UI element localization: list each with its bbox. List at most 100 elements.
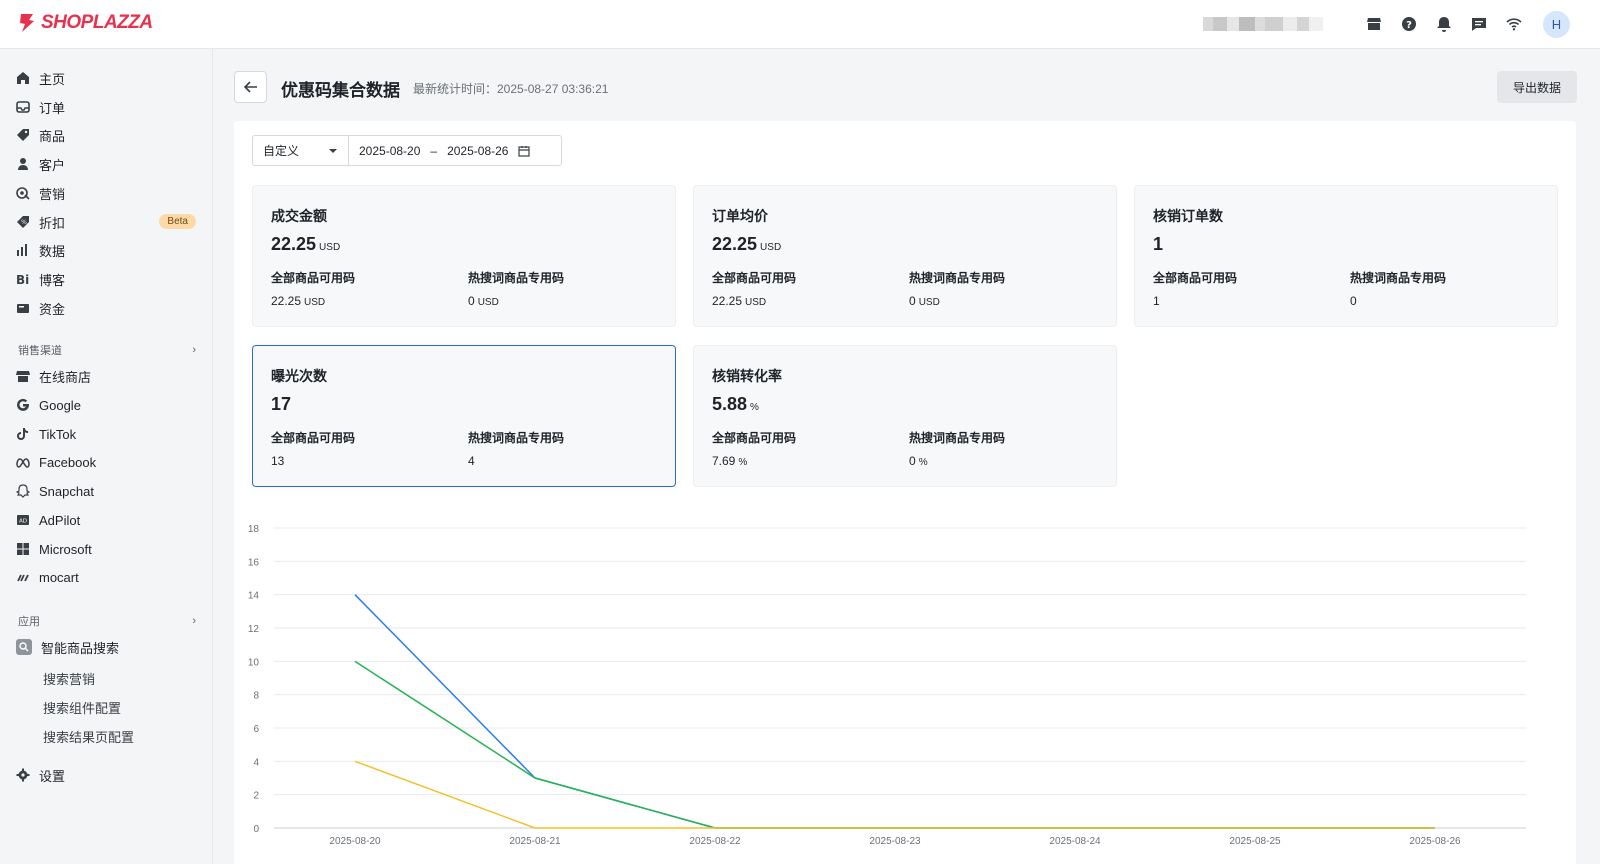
card-title: 成交金额 bbox=[271, 208, 327, 224]
sidebar-subitem-search-marketing[interactable]: 搜索营销 bbox=[43, 669, 95, 688]
home-icon bbox=[16, 71, 30, 85]
last-updated-time: 最新统计时间：2025-08-27 03:36:21 bbox=[413, 82, 609, 96]
x-tick-label: 2025-08-20 bbox=[329, 836, 381, 847]
sidebar-item-label: Snapchat bbox=[39, 483, 94, 499]
caret-down-icon bbox=[329, 148, 337, 153]
metric-card-gmv[interactable]: 成交金额 22.25 USD 全部商品可用码 热搜词商品专用码 22.25 USD … bbox=[252, 185, 676, 327]
sidebar-item-adpilot[interactable]: AD AdPilot bbox=[16, 508, 196, 532]
user-icon bbox=[16, 157, 30, 171]
x-tick-label: 2025-08-24 bbox=[1049, 836, 1101, 847]
metric-card-aov[interactable]: 订单均价 22.25 USD 全部商品可用码 热搜词商品专用码 22.25 USD … bbox=[693, 185, 1117, 327]
back-button[interactable] bbox=[234, 71, 267, 103]
card-sub-value: 4 bbox=[468, 454, 475, 468]
adpilot-icon: AD bbox=[16, 513, 30, 527]
apps-header[interactable]: 应用 › bbox=[18, 613, 196, 629]
discount-icon: % bbox=[16, 215, 30, 229]
svg-text:AD: AD bbox=[19, 519, 27, 525]
sidebar-item-microsoft[interactable]: Microsoft bbox=[16, 537, 196, 561]
sidebar-item-smart-search[interactable]: 智能商品搜索 bbox=[16, 635, 196, 659]
sidebar-item-customers[interactable]: 客户 bbox=[16, 152, 196, 176]
card-sub-label: 全部商品可用码 bbox=[271, 271, 356, 285]
card-value: 22.25 USD bbox=[271, 234, 341, 254]
sales-channels-header[interactable]: 销售渠道 › bbox=[18, 342, 196, 358]
sidebar-item-facebook[interactable]: Facebook bbox=[16, 450, 196, 474]
sidebar-item-products[interactable]: 商品 bbox=[16, 123, 196, 147]
card-sub-value: 0 USD bbox=[909, 294, 940, 308]
card-title: 曝光次数 bbox=[271, 368, 327, 384]
chevron-right-icon: › bbox=[192, 615, 196, 627]
avatar[interactable]: H bbox=[1543, 11, 1570, 38]
sidebar-item-label: 商品 bbox=[39, 128, 66, 144]
microsoft-icon bbox=[16, 542, 30, 556]
x-tick-label: 2025-08-21 bbox=[509, 836, 561, 847]
date-range-picker[interactable]: 2025-08-20 – 2025-08-26 bbox=[349, 136, 561, 165]
sidebar-item-blog[interactable]: Bi 博客 bbox=[16, 267, 196, 291]
sidebar-item-google[interactable]: Google bbox=[16, 393, 196, 417]
end-date[interactable]: 2025-08-26 bbox=[447, 144, 508, 158]
sidebar-item-data[interactable]: 数据 bbox=[16, 238, 196, 262]
export-button[interactable]: 导出数据 bbox=[1497, 71, 1577, 103]
sidebar-item-label: AdPilot bbox=[39, 512, 81, 528]
google-icon bbox=[16, 398, 30, 412]
card-title: 订单均价 bbox=[712, 208, 768, 224]
sidebar-item-label: 客户 bbox=[39, 157, 66, 173]
arrow-left-icon bbox=[243, 81, 257, 93]
sidebar-item-orders[interactable]: 订单 bbox=[16, 95, 196, 119]
y-tick-label: 12 bbox=[248, 624, 260, 635]
tag-icon bbox=[16, 128, 30, 142]
meta-icon bbox=[16, 455, 30, 469]
sidebar-item-mocart[interactable]: mocart bbox=[16, 565, 196, 589]
card-sub-value: 0% bbox=[909, 454, 928, 468]
metric-card-orders[interactable]: 核销订单数 1 全部商品可用码 热搜词商品专用码 1 0 bbox=[1134, 185, 1558, 327]
sidebar-item-finance[interactable]: 资金 bbox=[16, 296, 196, 320]
card-title: 核销订单数 bbox=[1153, 208, 1223, 224]
sidebar-item-label: 营销 bbox=[39, 186, 66, 202]
sidebar-item-label: mocart bbox=[39, 569, 79, 585]
sidebar-item-discount[interactable]: % 折扣 Beta bbox=[16, 210, 196, 234]
calendar-icon bbox=[518, 145, 531, 157]
mocart-icon bbox=[16, 570, 30, 584]
y-tick-label: 18 bbox=[248, 524, 260, 535]
sidebar-subitem-search-result-config[interactable]: 搜索结果页配置 bbox=[43, 727, 134, 746]
sidebar-subitem-search-widget-config[interactable]: 搜索组件配置 bbox=[43, 698, 121, 717]
date-separator: – bbox=[430, 143, 438, 158]
sidebar-item-label: 智能商品搜索 bbox=[41, 640, 120, 656]
card-sub-value: 22.25 USD bbox=[712, 294, 767, 308]
sidebar-item-label: 主页 bbox=[39, 71, 66, 87]
card-value: 5.88% bbox=[712, 394, 759, 414]
y-tick-label: 4 bbox=[253, 757, 259, 768]
message-icon[interactable] bbox=[1469, 13, 1489, 35]
y-tick-label: 10 bbox=[248, 657, 260, 668]
y-tick-label: 8 bbox=[253, 691, 259, 702]
sidebar-item-label: Google bbox=[39, 397, 81, 413]
x-tick-label: 2025-08-25 bbox=[1229, 836, 1281, 847]
page-title: 优惠码集合数据 bbox=[281, 81, 400, 100]
x-tick-label: 2025-08-23 bbox=[869, 836, 921, 847]
range-mode-select[interactable]: 自定义 bbox=[253, 136, 349, 165]
x-tick-label: 2025-08-26 bbox=[1409, 836, 1461, 847]
logo[interactable]: SHOPLAZZA bbox=[17, 12, 153, 34]
metric-card-impressions[interactable]: 曝光次数 17 全部商品可用码 热搜词商品专用码 13 4 bbox=[252, 345, 676, 487]
sidebar-item-tiktok[interactable]: TikTok bbox=[16, 422, 196, 446]
metric-card-conversion[interactable]: 核销转化率 5.88% 全部商品可用码 热搜词商品专用码 7.69% 0% bbox=[693, 345, 1117, 487]
sidebar-item-online-store[interactable]: 在线商店 bbox=[16, 364, 196, 388]
card-sub-value: 7.69% bbox=[712, 454, 748, 468]
card-sub-label: 全部商品可用码 bbox=[271, 431, 356, 445]
card-sub-label: 热搜词商品专用码 bbox=[468, 271, 565, 285]
card-value: 17 bbox=[271, 394, 292, 414]
bell-icon[interactable] bbox=[1434, 13, 1454, 35]
sidebar-item-label: 订单 bbox=[39, 100, 66, 116]
wifi-icon[interactable] bbox=[1504, 13, 1524, 35]
store-icon[interactable] bbox=[1364, 13, 1384, 35]
start-date[interactable]: 2025-08-20 bbox=[359, 144, 420, 158]
sidebar-item-label: 数据 bbox=[39, 243, 66, 259]
help-icon[interactable]: ? bbox=[1399, 13, 1419, 35]
wallet-icon bbox=[16, 301, 30, 315]
sidebar-item-snapchat[interactable]: Snapchat bbox=[16, 479, 196, 503]
sidebar-item-settings[interactable]: 设置 bbox=[16, 763, 196, 787]
sidebar-item-home[interactable]: 主页 bbox=[16, 66, 196, 90]
sidebar-item-marketing[interactable]: 营销 bbox=[16, 181, 196, 205]
card-sub-value: 22.25 USD bbox=[271, 294, 326, 308]
series-line bbox=[354, 594, 1435, 829]
card-value: 22.25 USD bbox=[712, 234, 782, 254]
